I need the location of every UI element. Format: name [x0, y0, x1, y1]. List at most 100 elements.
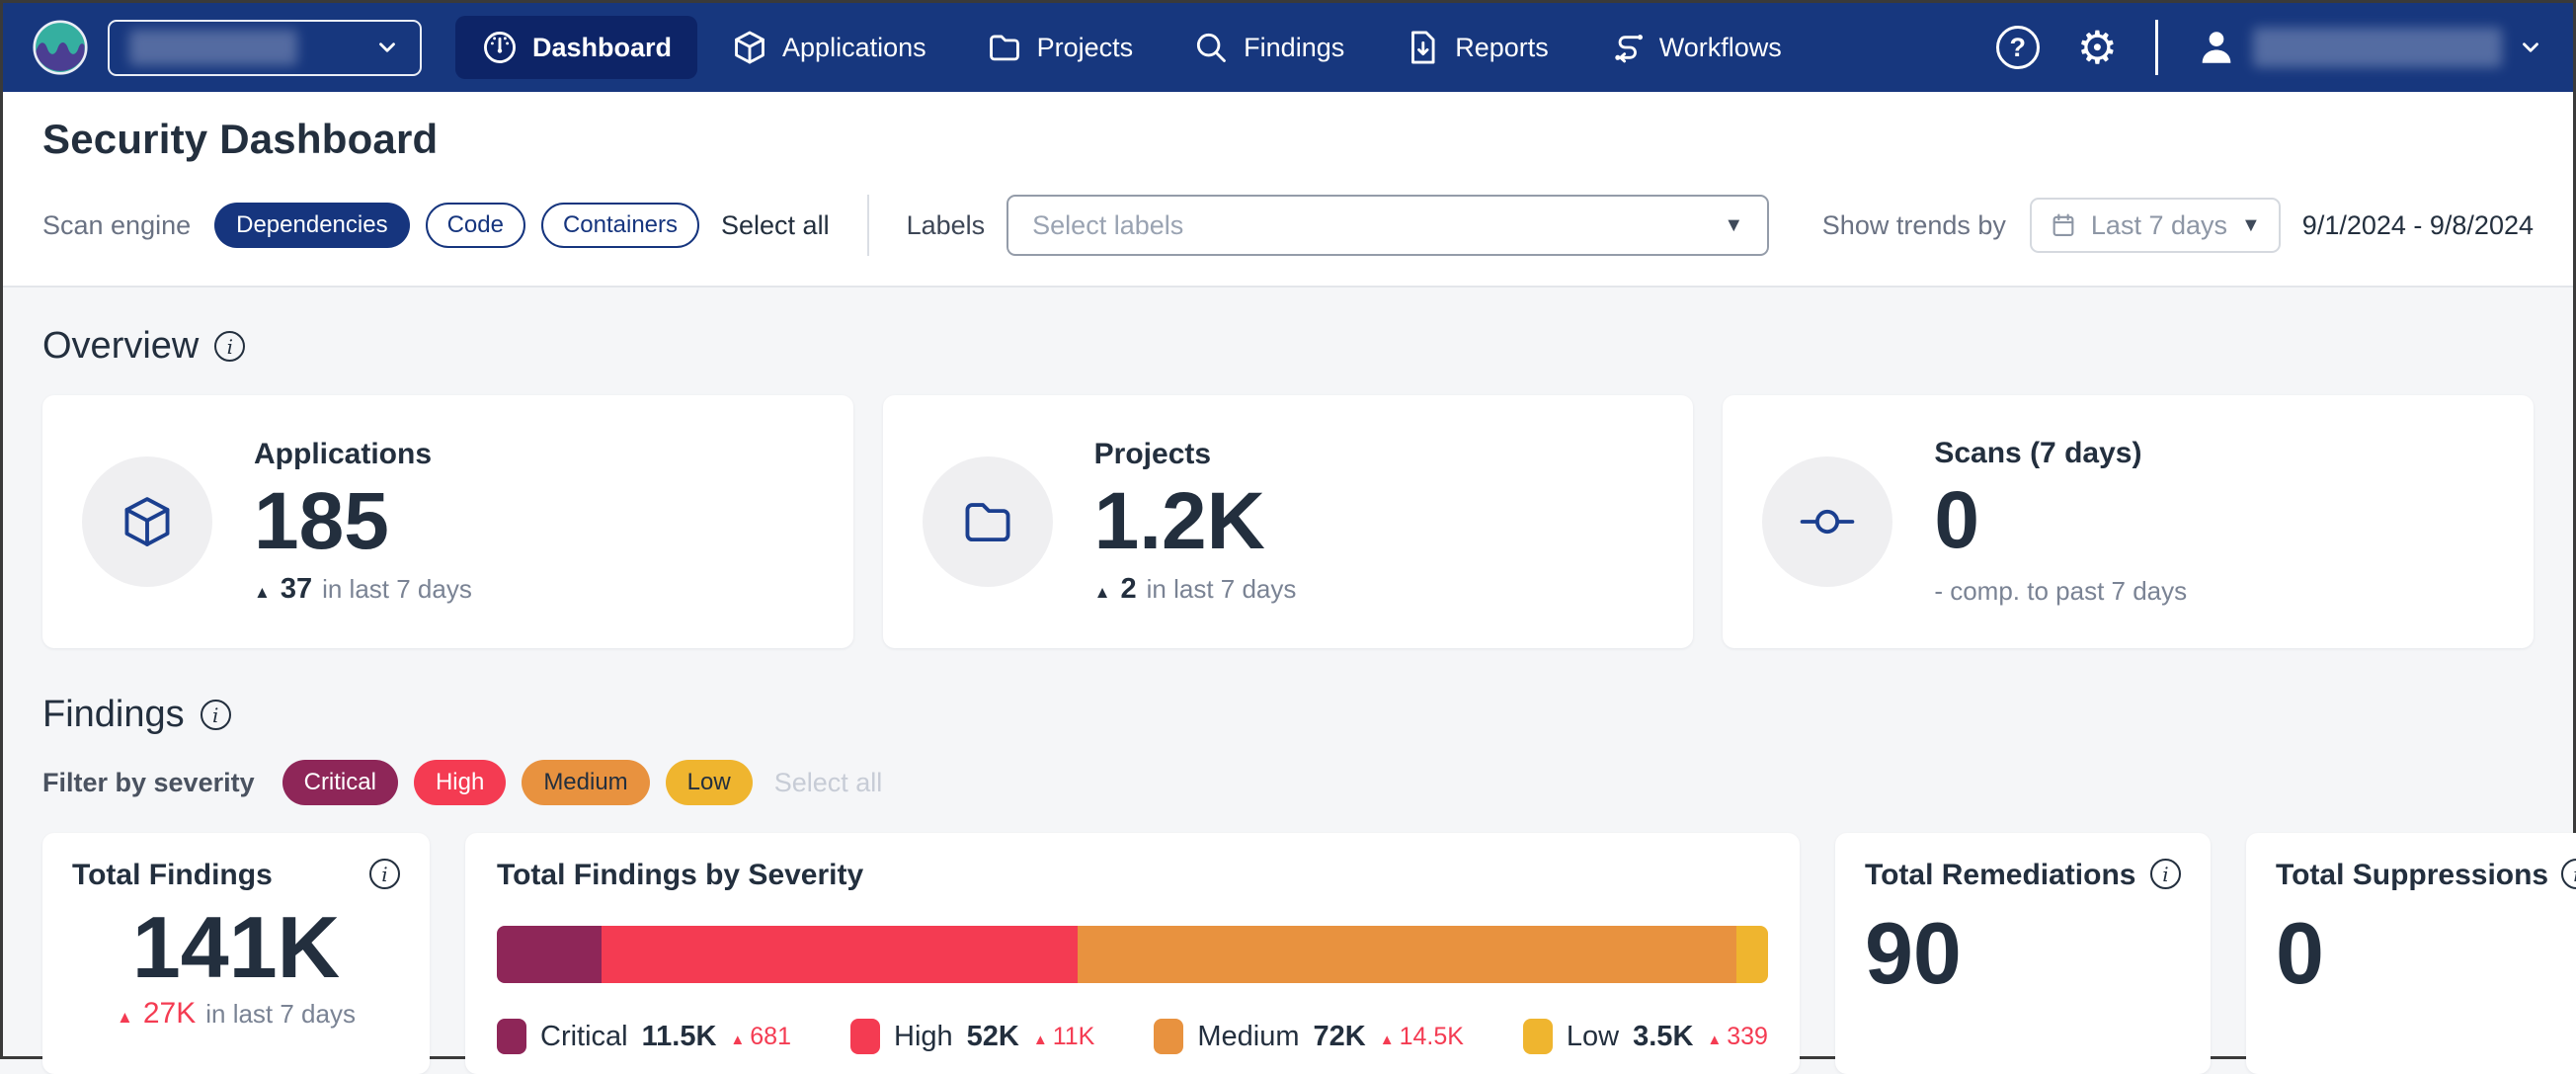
legend-item-critical: Critical 11.5K ▲681 — [497, 1019, 791, 1054]
legend-value: 3.5K — [1633, 1021, 1693, 1053]
legend-swatch-icon — [850, 1019, 880, 1054]
scan-engine-chip-dependencies[interactable]: Dependencies — [214, 203, 409, 248]
nav-label: Reports — [1455, 33, 1549, 63]
legend-item-high: High52K▲11K — [850, 1019, 1094, 1054]
dashboard-content: Overview i Applications 185 ▲ 37 in last… — [3, 325, 2573, 1074]
page-title: Security Dashboard — [42, 116, 2534, 163]
bar-segment-low — [1736, 926, 1768, 983]
redacted-org-name — [129, 30, 297, 65]
icon-circle — [923, 456, 1053, 587]
total-suppressions-card: Total Suppressions i 0 — [2246, 833, 2576, 1074]
card-title: Total Suppressions — [2276, 859, 2548, 892]
legend-delta: ▲11K — [1033, 1023, 1095, 1051]
stat-title: Applications — [254, 438, 472, 471]
top-navbar: Dashboard Applications Projects Findings… — [3, 3, 2573, 92]
delta-up-icon: ▲ — [117, 1008, 133, 1028]
nav-item-findings[interactable]: Findings — [1167, 16, 1370, 79]
page-header: Security Dashboard Scan engine Dependenc… — [3, 92, 2573, 288]
nav-label: Findings — [1244, 33, 1344, 63]
total-remediations-card: Total Remediations i 90 — [1835, 833, 2211, 1074]
user-menu[interactable] — [2196, 27, 2543, 68]
scan-engine-chip-code[interactable]: Code — [426, 203, 525, 248]
nav-item-projects[interactable]: Projects — [960, 16, 1160, 79]
dropdown-caret-icon: ▼ — [1724, 214, 1743, 237]
scan-node-icon — [1799, 493, 1856, 550]
severity-chip-high[interactable]: High — [414, 760, 506, 805]
scan-engine-select-all[interactable]: Select all — [721, 210, 830, 241]
nav-item-workflows[interactable]: Workflows — [1582, 16, 1808, 79]
gear-icon[interactable]: ⚙ — [2077, 25, 2118, 70]
total-suppressions-value: 0 — [2276, 908, 2576, 999]
legend-label: Low — [1567, 1021, 1619, 1053]
organization-selector[interactable] — [108, 20, 422, 76]
mend-logo-icon[interactable] — [33, 20, 88, 75]
delta-up-icon: ▲ — [1033, 1032, 1048, 1048]
legend-swatch-icon — [1523, 1019, 1553, 1054]
show-trends-label: Show trends by — [1822, 210, 2006, 241]
severity-chip-low[interactable]: Low — [666, 760, 753, 805]
info-icon[interactable]: i — [214, 331, 245, 362]
severity-chip-medium[interactable]: Medium — [522, 760, 649, 805]
delta-suffix: in last 7 days — [205, 999, 356, 1030]
trends-group: Show trends by Last 7 days ▼ 9/1/2024 - … — [1822, 198, 2534, 253]
delta-value: 27K — [143, 997, 196, 1031]
overview-cards-row: Applications 185 ▲ 37 in last 7 days Pro… — [42, 395, 2534, 648]
severity-select-all[interactable]: Select all — [774, 768, 883, 798]
search-icon — [1192, 29, 1230, 66]
nav-item-dashboard[interactable]: Dashboard — [455, 16, 697, 79]
bar-segment-high — [602, 926, 1077, 983]
delta-value: 37 — [281, 573, 312, 606]
nav-label: Workflows — [1659, 33, 1782, 63]
stat-title: Projects — [1094, 438, 1297, 471]
legend-value: 11.5K — [642, 1021, 717, 1053]
chevron-down-icon — [2518, 35, 2543, 60]
findings-by-severity-card: Total Findings by Severity Critical11.5K… — [465, 833, 1800, 1074]
card-title: Total Remediations — [1865, 859, 2135, 892]
findings-cards-row: Total Findings i 141K ▲ 27K in last 7 da… — [42, 833, 2534, 1074]
delta-up-icon: ▲ — [1707, 1032, 1722, 1048]
nav-label: Dashboard — [532, 33, 672, 63]
total-remediations-value: 90 — [1865, 908, 2181, 999]
navbar-right-controls: ? ⚙ — [1996, 20, 2543, 75]
legend-label: Critical — [540, 1021, 628, 1053]
findings-heading-text: Findings — [42, 694, 185, 736]
applications-card: Applications 185 ▲ 37 in last 7 days — [42, 395, 853, 648]
labels-placeholder: Select labels — [1032, 210, 1183, 241]
user-icon — [2196, 27, 2237, 68]
filter-row: Scan engine Dependencies Code Containers… — [42, 195, 2534, 256]
info-icon[interactable]: i — [369, 859, 400, 889]
delta-suffix: in last 7 days — [322, 574, 472, 605]
stat-value: 185 — [254, 477, 472, 566]
overview-section-heading: Overview i — [42, 325, 2534, 368]
nav-label: Applications — [782, 33, 926, 63]
cube-icon — [119, 493, 176, 550]
stat-value: 1.2K — [1094, 477, 1297, 566]
nav-item-applications[interactable]: Applications — [705, 16, 952, 79]
info-icon[interactable]: i — [201, 700, 231, 730]
calendar-icon — [2050, 211, 2077, 239]
legend-item-low: Low3.5K▲339 — [1523, 1019, 1768, 1054]
bar-segment-medium — [1078, 926, 1736, 983]
legend-delta: ▲681 — [730, 1023, 791, 1051]
stat-note: - comp. to past 7 days — [1934, 576, 2187, 607]
severity-chip-critical[interactable]: Critical — [282, 760, 398, 805]
legend-delta: ▲14.5K — [1380, 1023, 1464, 1051]
icon-circle — [82, 456, 212, 587]
legend-label: Medium — [1197, 1021, 1299, 1053]
report-document-icon — [1404, 29, 1441, 66]
trends-period-dropdown[interactable]: Last 7 days ▼ — [2030, 198, 2281, 253]
labels-select[interactable]: Select labels ▼ — [1006, 195, 1769, 256]
nav-label: Projects — [1037, 33, 1134, 63]
info-icon[interactable]: i — [2150, 859, 2181, 889]
help-icon[interactable]: ? — [1996, 26, 2040, 69]
severity-legend: Critical 11.5K ▲681 High52K▲11K Medium 72K ▲14… — [497, 1019, 1768, 1054]
scan-engine-chip-containers[interactable]: Containers — [541, 203, 699, 248]
info-icon[interactable]: i — [2561, 859, 2576, 889]
projects-card: Projects 1.2K ▲ 2 in last 7 days — [883, 395, 1694, 648]
nav-item-reports[interactable]: Reports — [1378, 16, 1574, 79]
stat-value: 0 — [1934, 476, 2187, 565]
delta-up-icon: ▲ — [1380, 1032, 1395, 1048]
chevron-down-icon — [374, 35, 400, 60]
legend-value: 72K — [1314, 1021, 1366, 1053]
delta-up-icon: ▲ — [254, 583, 271, 603]
